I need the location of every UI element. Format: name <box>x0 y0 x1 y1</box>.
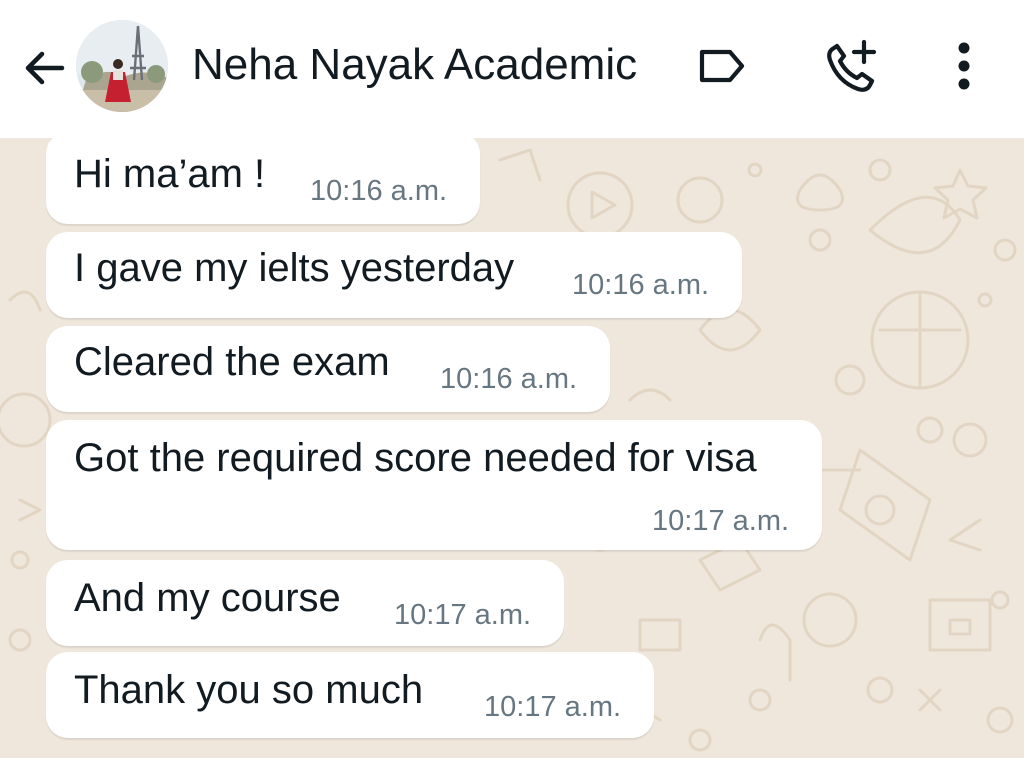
label-tag-icon <box>699 49 745 83</box>
message-timestamp: 10:17 a.m. <box>394 599 532 631</box>
message-text: Got the required score needed for visa <box>74 436 757 480</box>
message-bubble[interactable]: Got the required score needed for visa 1… <box>46 420 822 550</box>
message-timestamp: 10:17 a.m. <box>652 505 790 537</box>
message-timestamp: 10:16 a.m. <box>310 175 448 207</box>
message-bubble[interactable]: And my course 10:17 a.m. <box>46 560 564 646</box>
message-text: I gave my ielts yesterday <box>74 246 515 290</box>
contact-name[interactable]: Neha Nayak Academic <box>192 36 637 94</box>
message-text: Cleared the exam <box>74 340 390 384</box>
message-timestamp: 10:16 a.m. <box>440 363 578 395</box>
arrow-left-icon <box>25 51 65 85</box>
back-button[interactable] <box>14 38 74 98</box>
message-bubble[interactable]: Thank you so much 10:17 a.m. <box>46 652 654 738</box>
message-list: Hi ma’am ! 10:16 a.m. I gave my ielts ye… <box>0 132 1024 758</box>
chat-screen: Neha Nayak Academic Hi ma’am ! 10:16 a.m… <box>0 0 1024 758</box>
label-button[interactable] <box>692 36 752 96</box>
more-vertical-icon <box>958 42 970 90</box>
message-timestamp: 10:17 a.m. <box>484 691 622 723</box>
message-text: Hi ma’am ! <box>74 152 266 196</box>
message-text: Thank you so much <box>74 668 424 712</box>
message-bubble[interactable]: I gave my ielts yesterday 10:16 a.m. <box>46 232 742 318</box>
profile-photo <box>76 20 168 112</box>
message-bubble[interactable]: Cleared the exam 10:16 a.m. <box>46 326 610 412</box>
message-timestamp: 10:16 a.m. <box>572 269 710 301</box>
avatar[interactable] <box>76 20 168 112</box>
more-options-button[interactable] <box>934 36 994 96</box>
add-call-icon <box>827 39 877 92</box>
add-call-button[interactable] <box>822 36 882 96</box>
message-text: And my course <box>74 576 341 620</box>
message-bubble[interactable]: Hi ma’am ! 10:16 a.m. <box>46 132 480 224</box>
chat-header: Neha Nayak Academic <box>0 0 1024 138</box>
